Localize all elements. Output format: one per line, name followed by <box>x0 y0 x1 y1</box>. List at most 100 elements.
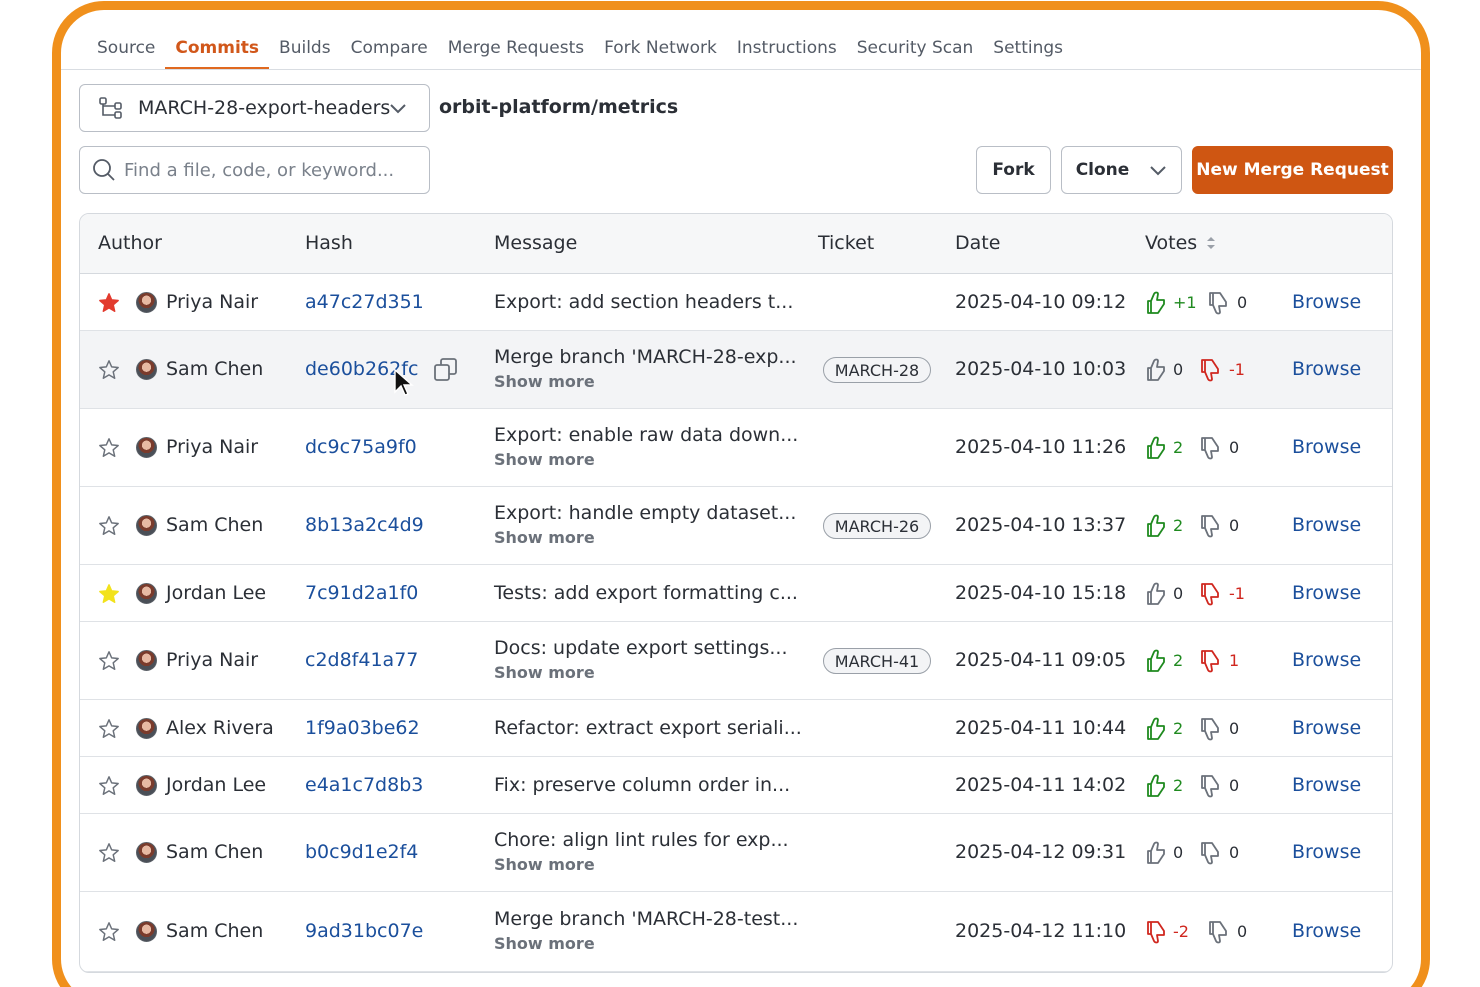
browse-link[interactable]: Browse <box>1292 717 1361 739</box>
thumbs-up-icon[interactable] <box>1143 290 1169 316</box>
ticket-badge[interactable]: MARCH-26 <box>823 513 931 539</box>
column-header-hash[interactable]: Hash <box>305 232 353 254</box>
ticket-badge[interactable]: MARCH-41 <box>823 648 931 674</box>
commit-hash-link[interactable]: 9ad31bc07e <box>305 920 423 942</box>
show-more-link[interactable]: Show more <box>494 528 595 547</box>
column-header-votes[interactable]: Votes <box>1145 232 1197 254</box>
thumbs-down-icon[interactable] <box>1205 290 1231 316</box>
table-row[interactable]: Jordan Lee 7c91d2a1f0 Tests: add export fo… <box>80 565 1392 622</box>
avatar <box>136 291 157 313</box>
app-frame: Source Commits Builds Compare Merge Requests… <box>52 1 1430 987</box>
fork-button[interactable]: Fork <box>976 146 1051 194</box>
browse-link[interactable]: Browse <box>1292 291 1361 313</box>
column-header-author[interactable]: Author <box>98 232 162 254</box>
table-row[interactable]: Jordan Lee e4a1c7d8b3 Fix: preserve column… <box>80 757 1392 814</box>
thumbs-up-icon[interactable] <box>1143 513 1169 539</box>
thumbs-down-icon[interactable] <box>1197 581 1223 607</box>
browse-link[interactable]: Browse <box>1292 358 1361 380</box>
show-more-link[interactable]: Show more <box>494 934 595 953</box>
thumbs-up-icon[interactable] <box>1143 840 1169 866</box>
thumbs-up-icon[interactable] <box>1143 648 1169 674</box>
thumbs-down-icon[interactable] <box>1197 773 1223 799</box>
commit-hash-link[interactable]: b0c9d1e2f4 <box>305 841 418 863</box>
ticket-badge[interactable]: MARCH-28 <box>823 357 931 383</box>
star-icon[interactable] <box>98 583 120 605</box>
commit-hash-link[interactable]: 8b13a2c4d9 <box>305 514 424 536</box>
table-row[interactable]: Alex Rivera 1f9a03be62 Refactor: extract e… <box>80 700 1392 757</box>
show-more-link[interactable]: Show more <box>494 372 595 391</box>
thumbs-up-icon[interactable] <box>1143 435 1169 461</box>
upvote-count: +1 <box>1173 292 1197 312</box>
show-more-link[interactable]: Show more <box>494 450 595 469</box>
commit-hash-link[interactable]: c2d8f41a77 <box>305 649 418 671</box>
thumbs-down-icon[interactable] <box>1197 716 1223 742</box>
star-icon[interactable] <box>98 515 120 537</box>
star-icon[interactable] <box>98 842 120 864</box>
tab-source[interactable]: Source <box>87 32 165 70</box>
thumbs-up-icon[interactable] <box>1143 357 1169 383</box>
table-row[interactable]: Sam Chen 8b13a2c4d9 Export: handle empty d… <box>80 487 1392 565</box>
star-icon[interactable] <box>98 437 120 459</box>
browse-link[interactable]: Browse <box>1292 920 1361 942</box>
tab-merge-requests[interactable]: Merge Requests <box>438 32 594 70</box>
thumbs-up-icon[interactable] <box>1143 773 1169 799</box>
copy-icon[interactable] <box>432 356 460 384</box>
show-more-link[interactable]: Show more <box>494 663 595 682</box>
commit-hash-link[interactable]: e4a1c7d8b3 <box>305 774 423 796</box>
star-icon[interactable] <box>98 292 120 314</box>
tab-builds[interactable]: Builds <box>269 32 341 70</box>
new-merge-request-button[interactable]: New Merge Request <box>1192 146 1393 194</box>
tab-security-scan[interactable]: Security Scan <box>847 32 984 70</box>
tab-commits[interactable]: Commits <box>165 32 270 70</box>
table-row[interactable]: Sam Chen de60b262fc Merge branch 'MARCH-28… <box>80 331 1392 409</box>
thumbs-down-icon[interactable] <box>1143 919 1169 945</box>
table-row[interactable]: Priya Nair dc9c75a9f0 Export: enable raw d… <box>80 409 1392 487</box>
thumbs-down-icon[interactable] <box>1197 648 1223 674</box>
star-icon[interactable] <box>98 718 120 740</box>
downvote-count: 0 <box>1229 775 1240 795</box>
browse-link[interactable]: Browse <box>1292 436 1361 458</box>
show-more-link[interactable]: Show more <box>494 855 595 874</box>
browse-link[interactable]: Browse <box>1292 841 1361 863</box>
table-row[interactable]: Sam Chen b0c9d1e2f4 Chore: align lint rule… <box>80 814 1392 892</box>
thumbs-down-icon[interactable] <box>1205 919 1231 945</box>
table-row[interactable]: Priya Nair c2d8f41a77 Docs: update export … <box>80 622 1392 700</box>
commit-message: Tests: add export formatting c... <box>494 581 798 604</box>
browse-link[interactable]: Browse <box>1292 649 1361 671</box>
commit-hash-link[interactable]: 7c91d2a1f0 <box>305 582 418 604</box>
commit-hash-link[interactable]: a47c27d351 <box>305 291 424 313</box>
tab-instructions[interactable]: Instructions <box>727 32 847 70</box>
star-icon[interactable] <box>98 775 120 797</box>
star-icon[interactable] <box>98 359 120 381</box>
browse-link[interactable]: Browse <box>1292 774 1361 796</box>
clone-button[interactable]: Clone <box>1061 146 1182 194</box>
star-icon[interactable] <box>98 650 120 672</box>
branch-selector[interactable]: MARCH-28-export-headers <box>79 84 430 132</box>
table-row[interactable]: Priya Nair a47c27d351 Export: add section … <box>80 274 1392 331</box>
tab-fork-network[interactable]: Fork Network <box>594 32 727 70</box>
star-icon[interactable] <box>98 921 120 943</box>
tab-settings[interactable]: Settings <box>983 32 1073 70</box>
column-header-message[interactable]: Message <box>494 232 577 254</box>
column-header-date[interactable]: Date <box>955 232 1000 254</box>
commit-hash-link[interactable]: dc9c75a9f0 <box>305 436 417 458</box>
search-box[interactable] <box>79 146 430 194</box>
browse-link[interactable]: Browse <box>1292 514 1361 536</box>
upvote-count: 2 <box>1173 651 1184 670</box>
table-row[interactable]: Sam Chen 9ad31bc07e Merge branch 'MARCH-28… <box>80 892 1392 972</box>
sort-icon[interactable] <box>1206 236 1216 250</box>
thumbs-down-icon[interactable] <box>1197 840 1223 866</box>
search-input[interactable] <box>124 159 404 181</box>
thumbs-down-icon[interactable] <box>1197 435 1223 461</box>
commit-hash-link[interactable]: 1f9a03be62 <box>305 717 420 739</box>
thumbs-down-icon[interactable] <box>1197 513 1223 539</box>
column-header-ticket[interactable]: Ticket <box>818 232 874 254</box>
thumbs-down-icon[interactable] <box>1197 357 1223 383</box>
thumbs-up-icon[interactable] <box>1143 581 1169 607</box>
tab-compare[interactable]: Compare <box>341 32 438 70</box>
downvote-count: 0 <box>1237 922 1248 941</box>
browse-link[interactable]: Browse <box>1292 582 1361 604</box>
thumbs-up-icon[interactable] <box>1143 716 1169 742</box>
commits-table: Author Hash Message Ticket Date Votes Pr… <box>79 213 1393 973</box>
author-name: Priya Nair <box>166 436 259 458</box>
